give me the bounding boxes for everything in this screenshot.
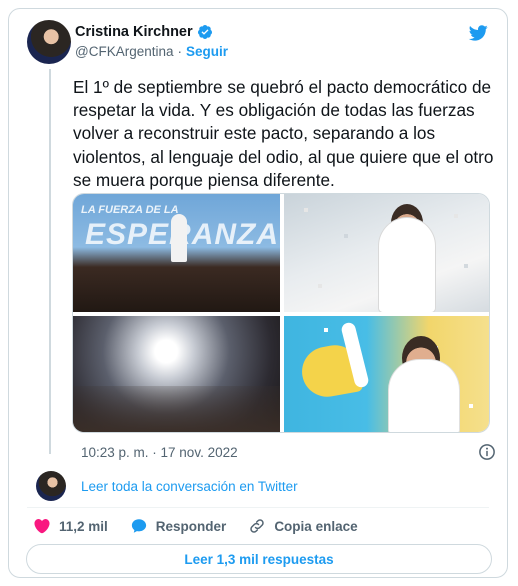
speaker-figure <box>171 214 187 262</box>
tweet-text: El 1º de septiembre se quebró el pacto d… <box>73 77 494 190</box>
verified-badge-icon <box>197 25 212 39</box>
read-conversation-link[interactable]: Leer toda la conversación en Twitter <box>81 479 298 494</box>
author-avatar[interactable] <box>27 20 71 64</box>
link-icon <box>250 519 265 533</box>
confetti <box>454 214 458 218</box>
confetti <box>318 284 322 288</box>
copy-link-button[interactable]: Copia enlace <box>248 517 358 535</box>
photo-rally-stage[interactable]: LA FUERZA DE LA ESPERANZA <box>73 194 280 312</box>
confetti <box>304 208 308 212</box>
like-count: 11,2 mil <box>59 518 108 534</box>
media-grid: LA FUERZA DE LA ESPERANZA <box>72 193 490 433</box>
author-name[interactable]: Cristina Kirchner <box>75 24 193 40</box>
photo-night-stage[interactable] <box>73 316 280 432</box>
tweet-card: Cristina Kirchner @CFKArgentina · Seguir… <box>8 8 508 578</box>
photo-banner-text: LA FUERZA DE LA <box>81 204 179 216</box>
info-icon[interactable] <box>478 443 496 461</box>
conversation-avatar[interactable] <box>36 471 66 501</box>
like-button[interactable]: 11,2 mil <box>33 517 108 535</box>
read-replies-button[interactable]: Leer 1,3 mil respuestas <box>26 544 492 574</box>
photo-heart-confetti[interactable] <box>284 316 489 432</box>
twitter-bird-icon[interactable] <box>467 23 489 43</box>
tweet-timestamp[interactable]: 10:23 p. m. · 17 nov. 2022 <box>81 445 238 460</box>
photo-waving-confetti[interactable] <box>284 194 489 312</box>
action-bar: 11,2 mil Responder Copia enlace <box>33 517 380 535</box>
divider <box>27 507 489 508</box>
confetti <box>324 328 328 332</box>
author-handle[interactable]: @CFKArgentina <box>75 44 174 59</box>
person-figure <box>389 360 459 432</box>
copy-link-label: Copia enlace <box>274 518 358 534</box>
confetti <box>464 264 468 268</box>
crowd <box>73 386 280 432</box>
reply-label: Responder <box>155 518 227 534</box>
reply-bubble-icon <box>131 519 146 533</box>
person-figure <box>379 218 435 312</box>
confetti <box>469 404 473 408</box>
author-handle-row: @CFKArgentina · Seguir <box>75 44 228 59</box>
thread-line <box>49 69 51 454</box>
reply-button[interactable]: Responder <box>130 517 227 535</box>
heart-icon <box>34 519 50 534</box>
handle-separator: · <box>177 44 183 59</box>
confetti <box>344 234 348 238</box>
follow-button[interactable]: Seguir <box>186 44 228 59</box>
author-name-row: Cristina Kirchner <box>75 24 213 40</box>
